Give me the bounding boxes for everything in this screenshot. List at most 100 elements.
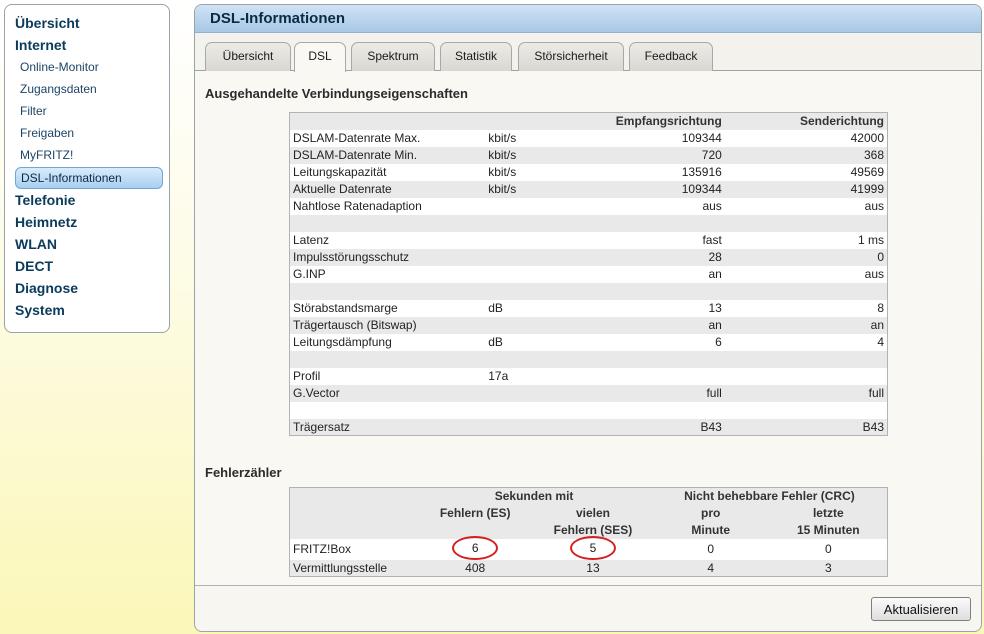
row-rx-value: aus <box>702 199 722 213</box>
sidebar-item-telefonie[interactable]: Telefonie <box>5 189 169 211</box>
connection-table: Empfangsrichtung Senderichtung DSLAM-Dat… <box>289 112 888 436</box>
sidebar-item-dect[interactable]: DECT <box>5 255 169 277</box>
error-es-value: 408 <box>416 559 535 577</box>
sidebar-item-system[interactable]: System <box>5 299 169 321</box>
row-unit: dB <box>488 301 503 315</box>
error-row-label: Vermittlungsstelle <box>289 559 417 577</box>
refresh-button[interactable]: Aktualisieren <box>871 597 971 621</box>
row-rx-value: 13 <box>708 301 722 315</box>
error-subheader-row-1: Fehlern (ES) vielen pro letzte <box>289 504 888 522</box>
table-row: Latenz fast 1 ms <box>290 232 888 249</box>
group-header-seconds: Sekunden mit <box>416 487 652 505</box>
row-label: G.INP <box>293 267 326 281</box>
error-row-label: FRITZ!Box <box>293 542 352 556</box>
column-header-ses-line1: vielen <box>534 504 652 522</box>
sidebar-item-uebersicht[interactable]: Übersicht <box>5 12 169 34</box>
column-header-es: Fehlern (ES) <box>416 504 535 522</box>
sidebar-item-heimnetz[interactable]: Heimnetz <box>5 211 169 233</box>
row-label <box>289 282 486 300</box>
table-row: DSLAM-Datenrate Max. kbit/s 109344 42000 <box>290 130 888 147</box>
table-row: G.Vector full full <box>289 384 888 402</box>
tab-dsl[interactable]: DSL <box>294 42 346 72</box>
row-tx-value <box>724 282 888 300</box>
tab-spektrum[interactable]: Spektrum <box>351 42 435 71</box>
highlighted-ses-value: 5 <box>569 535 616 560</box>
row-tx-value: 49569 <box>850 165 884 179</box>
sidebar-item-freigaben[interactable]: Freigaben <box>5 122 169 144</box>
row-unit: dB <box>488 335 503 349</box>
row-tx-value: 41999 <box>724 180 888 198</box>
column-header-per-min-line2: Minute <box>651 521 770 539</box>
row-rx-value: full <box>565 384 725 402</box>
row-label: Impulsstörungsschutz <box>289 248 486 266</box>
row-rx-value <box>565 368 725 385</box>
tab-content: Ausgehandelte Verbindungseigenschaften E… <box>195 71 981 611</box>
row-tx-value: 0 <box>724 248 888 266</box>
row-rx-value <box>565 350 725 368</box>
error-group-header-row: Sekunden mit Nicht behebbare Fehler (CRC… <box>289 487 888 505</box>
row-unit: kbit/s <box>488 165 517 179</box>
error-per-min-value: 4 <box>651 559 770 577</box>
row-tx-value: aus <box>864 267 884 281</box>
row-label: Trägersatz <box>289 418 486 436</box>
row-tx-value: 42000 <box>850 131 884 145</box>
row-unit: kbit/s <box>485 180 566 198</box>
row-unit: kbit/s <box>488 131 517 145</box>
row-rx-value <box>565 214 725 232</box>
row-unit: 17a <box>488 369 509 383</box>
row-label <box>290 402 486 419</box>
column-header-tx: Senderichtung <box>724 112 888 130</box>
table-row: Aktuelle Datenrate kbit/s 109344 41999 <box>289 180 888 198</box>
row-tx-value: 1 ms <box>857 233 884 247</box>
main-panel: DSL-Informationen Übersicht DSL Spektrum… <box>194 4 982 632</box>
table-row: Leitungskapazität kbit/s 135916 49569 <box>290 164 888 181</box>
tab-stoersicherheit[interactable]: Störsicherheit <box>518 42 624 71</box>
sidebar-item-internet[interactable]: Internet <box>5 34 169 56</box>
row-unit <box>485 232 565 249</box>
row-tx-value <box>724 350 888 368</box>
table-row <box>289 350 888 368</box>
table-row <box>289 214 888 232</box>
row-unit <box>485 384 566 402</box>
row-tx-value <box>724 214 888 232</box>
connection-table-body: DSLAM-Datenrate Max. kbit/s 109344 42000 DSL… <box>289 130 888 436</box>
table-row: Profil 17a <box>290 368 888 385</box>
row-rx-value: an <box>565 316 725 334</box>
sidebar-item-dsl-informationen[interactable]: DSL-Informationen <box>15 167 163 189</box>
tab-uebersicht[interactable]: Übersicht <box>205 42 291 71</box>
sidebar-item-filter[interactable]: Filter <box>5 100 169 122</box>
sidebar-item-wlan[interactable]: WLAN <box>5 233 169 255</box>
column-header-per-min-line1: pro <box>651 504 770 522</box>
sidebar-item-diagnose[interactable]: Diagnose <box>5 277 169 299</box>
sidebar-item-online-monitor[interactable]: Online-Monitor <box>5 56 169 78</box>
row-rx-value <box>565 402 725 419</box>
sidebar-item-myfritz[interactable]: MyFRITZ! <box>5 144 169 166</box>
row-tx-value: an <box>724 316 888 334</box>
tab-feedback[interactable]: Feedback <box>629 42 713 71</box>
sidebar-item-zugangsdaten[interactable]: Zugangsdaten <box>5 78 169 100</box>
tab-statistik[interactable]: Statistik <box>440 42 512 71</box>
row-tx-value: 4 <box>877 335 884 349</box>
section-title-errors: Fehlerzähler <box>205 465 282 480</box>
column-header-15min-line2: 15 Minuten <box>769 521 888 539</box>
table-row: Nahtlose Ratenadaption aus aus <box>290 198 888 215</box>
table-header-row: Empfangsrichtung Senderichtung <box>289 112 888 130</box>
table-row: Trägersatz B43 B43 <box>289 418 888 436</box>
row-label: G.Vector <box>289 384 486 402</box>
row-tx-value: full <box>724 384 888 402</box>
row-tx-value <box>725 368 888 385</box>
table-row: Störabstandsmarge dB 13 8 <box>290 300 888 317</box>
row-tx-value: 368 <box>724 146 888 164</box>
tab-bar: Übersicht DSL Spektrum Statistik Störsic… <box>195 33 981 72</box>
row-unit: kbit/s <box>485 146 566 164</box>
table-row: Vermittlungsstelle 408 13 4 3 <box>289 559 888 577</box>
row-unit <box>485 248 566 266</box>
row-unit <box>485 316 566 334</box>
row-tx-value: 8 <box>877 301 884 315</box>
row-rx-value: an <box>708 267 722 281</box>
row-label: Trägertausch (Bitswap) <box>289 316 486 334</box>
table-row: Impulsstörungsschutz 28 0 <box>289 248 888 266</box>
column-header-15min-line1: letzte <box>769 504 888 522</box>
column-header-rx: Empfangsrichtung <box>565 112 725 130</box>
table-row: G.INP an aus <box>290 266 888 283</box>
